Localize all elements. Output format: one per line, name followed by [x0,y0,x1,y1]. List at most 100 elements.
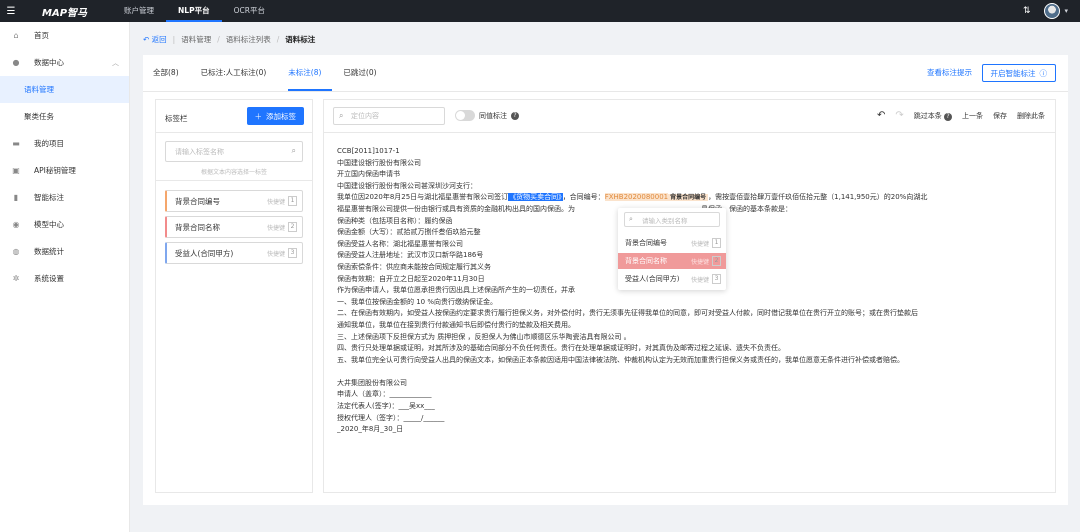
document-text[interactable]: CCB[2011]1017-1 中国建设银行股份有限公司 开立国内保函申请书 中… [337,146,1049,436]
tab-labeled[interactable]: 已标注:人工标注(0) [201,55,278,91]
sort-icon[interactable]: ⇅ [1023,6,1031,16]
label-item-beneficiary[interactable]: 受益人(合同甲方) 快捷键 3 [165,242,303,264]
doc-line: 三、上述保函项下反担保方式为 质押担保 ，反担保人为佛山市顺德区乐华陶瓷洁具有限… [337,332,631,341]
popup-option-contract-name[interactable]: 背景合同名称 快捷键 2 [618,253,726,269]
sidebar-item-label: API秘钥管理 [34,166,76,175]
nav-nlp-platform[interactable]: NLP平台 [166,0,222,22]
doc-line: 通知我单位，我单位在接到贵行付款通知书后即偿付贵行的垫款及相关费用。 [337,320,575,329]
sidebar-item-label: 我的项目 [34,139,64,148]
editor-toolbar: ↶ ↷ 跳过本条 ? 上一条 保存 删除此条 [877,110,1045,121]
sidebar-item-label: 语料管理 [24,85,54,94]
popup-option-contract-number[interactable]: 背景合同编号 快捷键 1 [618,235,726,251]
label-panel: 标签栏 ＋ 添加标签 请输入标签名称 ⌕ 根据文本内容选择一标签 背景合同编号 … [155,99,313,493]
selected-text-highlight[interactable]: 《货物买卖合同》 [508,193,563,202]
nav-account-management[interactable]: 账户管理 [112,0,166,22]
breadcrumb: ↶ 返回 | 语料管理 / 语料标注列表 / 语料标注 [143,34,316,45]
status-tabs: 全部(8) 已标注:人工标注(0) 未标注(8) 已跳过(0) [153,55,399,91]
save-button[interactable]: 保存 [993,111,1007,121]
doc-line-annotated: 我单位因2020年8月25日与湖北福星惠誉有限公司签订《货物买卖合同》，合同编号… [337,193,928,202]
plus-icon: ＋ [254,111,263,121]
top-nav: 账户管理 NLP平台 OCR平台 [112,0,277,22]
menu-toggle-icon[interactable]: ☰ [0,0,22,22]
question-icon[interactable]: ? [511,112,519,120]
doc-line: 五、我单位完全认可贵行向受益人出具的保函文本，如保函正本条款因适用中国法律被法院… [337,355,904,364]
sidebar-item-data-statistics[interactable]: ◍ 数据统计 [0,238,129,265]
data-center-icon: ● [12,58,20,67]
sidebar-item-label: 数据统计 [34,247,64,256]
sidebar-item-api-keys[interactable]: ▣ API秘钥管理 [0,157,129,184]
avatar[interactable] [1044,3,1061,19]
label-select-popup: ⌕ 请输入类别名称 背景合同编号 快捷键 1 背景合同名称 快捷键 2 受益人(合同… [618,208,726,290]
tab-all[interactable]: 全部(8) [153,55,190,91]
sidebar-item-home[interactable]: ⌂ 首页 [0,22,129,49]
sidebar-item-model-center[interactable]: ◉ 模型中心 [0,211,129,238]
help-circle-icon: ⓘ [1039,68,1048,78]
doc-line: _2020_年8月_30_日 [337,425,404,434]
doc-line: 大井集团股份有限公司 [337,378,407,387]
sidebar-item-clustering-task[interactable]: 聚类任务 [0,103,129,130]
doc-line: 四、贵行只处理单据或证明，对其所涉及的基础合同部分不负任何责任。贵行在处理单据或… [337,344,785,353]
undo-icon[interactable]: ↶ [877,110,885,121]
label-hint: 根据文本内容选择一标签 [200,169,267,176]
view-tips-link[interactable]: 查看标注提示 [927,67,972,78]
redo-icon[interactable]: ↷ [895,110,903,121]
same-value-label: 同值标注 ? [479,111,519,121]
annotated-text-highlight[interactable]: FXHB2020080001 [604,193,669,202]
popup-option-beneficiary[interactable]: 受益人(合同甲方) 快捷键 3 [618,271,726,287]
folder-icon: ▬ [12,139,20,148]
tag-icon: ▮ [13,193,19,202]
home-icon: ⌂ [13,31,19,40]
doc-line: 二、在保函有效期内，如受益人按保函约定要求贵行履行担保义务，对外偿付时，贵行无须… [337,309,918,318]
category-search-input[interactable]: ⌕ 请输入类别名称 [624,212,720,227]
sidebar-item-label: 首页 [34,31,49,40]
same-value-toggle[interactable] [455,110,475,121]
sidebar-item-system-settings[interactable]: ✲ 系统设置 [0,265,129,292]
label-search-input[interactable]: 请输入标签名称 ⌕ [165,141,303,162]
sidebar-item-label: 系统设置 [34,274,64,283]
nav-ocr-platform[interactable]: OCR平台 [222,0,277,22]
breadcrumb-item[interactable]: 语料标注列表 [226,34,271,45]
question-icon: ? [944,112,952,121]
sidebar-item-corpus-management[interactable]: 语料管理 [0,76,129,103]
app-logo: MAP智马 [42,7,88,19]
delete-button[interactable]: 删除此条 [1017,111,1045,121]
doc-line: 开立国内保函申请书 [337,170,400,179]
sidebar-item-label: 模型中心 [34,220,64,229]
search-icon: ⌕ [629,215,633,223]
locate-content-input[interactable]: ⌕ 定位内容 [333,107,445,125]
tab-skipped[interactable]: 已跳过(0) [343,55,387,91]
stats-icon: ◍ [12,247,20,256]
doc-line: 法定代表人(签字)：___吴xx___ [337,402,435,411]
sidebar-item-my-projects[interactable]: ▬ 我的项目 [0,130,129,157]
sidebar: ⌂ 首页 ● 数据中心 ︿ 语料管理 聚类任务 ▬ 我的项目 ▣ API秘钥管理… [0,22,130,532]
tab-unlabeled[interactable]: 未标注(8) [288,55,333,91]
label-item-contract-name[interactable]: 背景合同名称 快捷键 2 [165,216,303,238]
sidebar-item-label: 智能标注 [34,193,64,202]
label-item-contract-number[interactable]: 背景合同编号 快捷键 1 [165,190,303,212]
doc-line: 中国建设银行股份有限公司 [337,158,421,167]
annotation-tag: 背景合同编号 [668,194,709,202]
main-panel: 全部(8) 已标注:人工标注(0) 未标注(8) 已跳过(0) 查看标注提示 开… [143,55,1068,505]
top-navbar: ☰ MAP智马 账户管理 NLP平台 OCR平台 ⇅ ▾ [0,0,1080,22]
breadcrumb-item[interactable]: 语料管理 [181,34,211,45]
doc-line: 申请人（盖章）：____________ [337,390,432,399]
breadcrumb-current: 语料标注 [285,35,316,44]
sidebar-item-label: 聚类任务 [24,112,54,121]
sidebar-item-smart-labeling[interactable]: ▮ 智能标注 [0,184,129,211]
add-label-button[interactable]: ＋ 添加标签 [246,107,304,125]
label-panel-title: 标签栏 [165,114,188,123]
sidebar-item-label: 数据中心 [34,58,64,67]
back-link[interactable]: ↶ 返回 [143,34,167,45]
search-icon: ⌕ [291,146,296,155]
prev-button[interactable]: 上一条 [962,111,983,121]
chevron-down-icon[interactable]: ▾ [1064,7,1068,15]
skip-button[interactable]: 跳过本条 ? [914,111,952,121]
doc-line: 中国建设银行股份有限公司甚深圳沙河支行： [337,181,477,190]
doc-line: CCB[2011]1017-1 [337,147,400,155]
settings-icon: ✲ [12,274,20,283]
doc-line: 授权代理人（签字）：_____/______ [337,413,445,422]
sidebar-item-data-center[interactable]: ● 数据中心 ︿ [0,49,129,76]
api-key-icon: ▣ [12,166,20,175]
smart-label-button[interactable]: 开启智能标注 ⓘ [981,64,1056,82]
model-icon: ◉ [12,220,20,229]
